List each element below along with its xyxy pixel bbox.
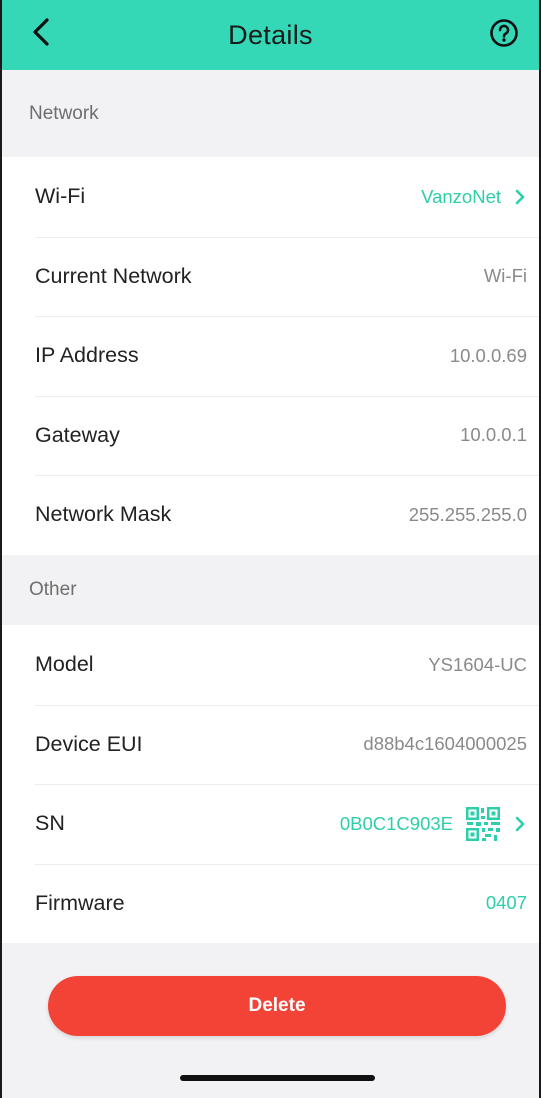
row-label: Model — [35, 652, 94, 677]
ip-address-row: IP Address 10.0.0.69 — [2, 316, 539, 396]
current-network-value: Wi-Fi — [483, 265, 527, 287]
other-section-header: Other — [2, 555, 539, 625]
row-label: Current Network — [35, 263, 192, 288]
page-title: Details — [228, 19, 313, 50]
top-navigation-bar: Details — [2, 0, 539, 70]
row-label: Firmware — [35, 890, 125, 915]
row-label: SN — [35, 811, 65, 836]
model-row: Model YS1604-UC — [2, 625, 539, 705]
row-label: Gateway — [35, 422, 120, 447]
row-label: Device EUI — [35, 731, 143, 756]
network-section-title: Network — [29, 102, 99, 124]
network-mask-value: 255.255.255.0 — [408, 503, 527, 525]
back-button[interactable] — [24, 12, 58, 52]
chevron-right-icon — [515, 189, 525, 205]
firmware-row[interactable]: Firmware 0407 — [2, 863, 539, 944]
help-button[interactable] — [487, 16, 521, 50]
other-section-title: Other — [29, 579, 77, 600]
network-mask-row: Network Mask 255.255.255.0 — [2, 475, 539, 555]
row-label: IP Address — [35, 343, 139, 368]
row-label: Wi-Fi — [35, 184, 86, 209]
chevron-left-icon — [33, 18, 49, 46]
network-settings-group: Wi-Fi VanzoNet Current Network Wi-Fi IP … — [2, 157, 539, 555]
sn-value: 0B0C1C903E — [339, 812, 453, 834]
gateway-value: 10.0.0.1 — [460, 424, 527, 446]
firmware-value: 0407 — [485, 892, 527, 914]
ip-address-value: 10.0.0.69 — [449, 344, 527, 366]
gateway-row: Gateway 10.0.0.1 — [2, 395, 539, 476]
wifi-row[interactable]: Wi-Fi VanzoNet — [2, 157, 539, 237]
other-settings-group: Model YS1604-UC Device EUI d88b4c1604000… — [2, 625, 539, 943]
device-eui-value: d88b4c1604000025 — [363, 733, 527, 755]
app-screen: Details Network Wi-Fi VanzoNet Current N… — [0, 0, 541, 1098]
delete-button-label: Delete — [248, 995, 306, 1016]
network-section-header: Network — [2, 70, 539, 157]
qr-code-icon[interactable] — [465, 806, 501, 842]
sn-row[interactable]: SN 0B0C1C903E — [2, 784, 539, 864]
question-circle-icon — [490, 19, 518, 47]
chevron-right-icon — [515, 816, 525, 832]
row-label: Network Mask — [35, 502, 172, 527]
current-network-row: Current Network Wi-Fi — [2, 236, 539, 317]
model-value: YS1604-UC — [428, 653, 527, 675]
delete-button[interactable]: Delete — [48, 976, 506, 1036]
home-indicator — [180, 1075, 375, 1081]
device-eui-row: Device EUI d88b4c1604000025 — [2, 704, 539, 785]
wifi-name-value: VanzoNet — [421, 185, 501, 207]
